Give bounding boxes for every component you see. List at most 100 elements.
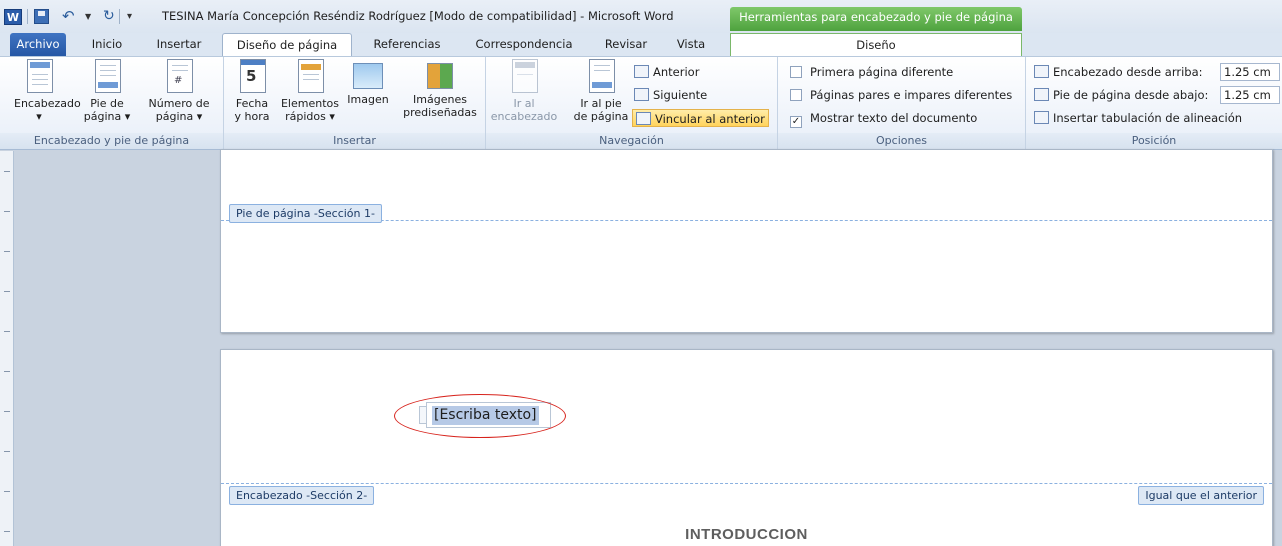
group-navegacion: Ir al encabezado Ir al pie de página Ant… (486, 57, 778, 149)
imagenes-label-line2: prediseñadas (403, 106, 477, 119)
link-to-previous-icon (636, 112, 651, 125)
anterior-button[interactable]: Anterior (634, 63, 699, 81)
ruler-tick (4, 211, 10, 212)
elementos-label-line2: rápidos ▾ (285, 110, 335, 123)
encabezado-desde-arriba-field[interactable]: 1.25 cm (1220, 63, 1280, 81)
group-label: Navegación (486, 133, 777, 149)
checkbox-box[interactable] (790, 66, 802, 78)
siguiente-button[interactable]: Siguiente (634, 86, 707, 104)
ir-pie-label-line1: Ir al pie (580, 97, 622, 110)
encabezado-dropdown-icon: ▾ (36, 110, 42, 123)
header-section-2-tag: Encabezado -Sección 2- (229, 486, 375, 505)
fecha-label-line2: y hora (234, 110, 270, 123)
insertar-tabulacion-button[interactable]: Insertar tabulación de alineación (1034, 109, 1242, 127)
group-label: Insertar (224, 133, 485, 149)
picture-icon (353, 63, 383, 89)
group-opciones: Primera página diferente Páginas pares e… (778, 57, 1026, 149)
footer-position-icon (1034, 88, 1049, 101)
group-insertar: 5 Fecha y hora Elementos rápidos ▾ Image… (224, 57, 486, 149)
go-to-footer-icon (589, 59, 615, 93)
group-encabezado-pie: Encabezado ▾ Pie de página ▾ # Número de… (0, 57, 224, 149)
save-icon[interactable] (34, 9, 49, 24)
undo-icon[interactable]: ↶ (62, 9, 75, 25)
footer-section-1-tag: Pie de página -Sección 1- (229, 204, 382, 223)
fecha-hora-button[interactable]: 5 Fecha y hora (232, 59, 272, 123)
ir-encabezado-label-line1: Ir al (513, 97, 535, 110)
title-bar: W ↶ ▼ ↻ ▾ TESINA María Concepción Resénd… (0, 0, 1282, 33)
pie-label-line1: Pie de (90, 97, 124, 110)
ir-encabezado-label-line2: encabezado (490, 110, 558, 123)
numero-label-line1: Número de (148, 97, 210, 110)
tab-diseno[interactable]: Diseño (730, 33, 1022, 56)
vincular-al-anterior-button[interactable]: Vincular al anterior (632, 109, 769, 127)
group-label: Posición (1026, 133, 1282, 149)
page-1[interactable]: Pie de página -Sección 1- (220, 149, 1273, 333)
ruler-tick (4, 331, 10, 332)
encabezado-desde-arriba-label: Encabezado desde arriba: (1034, 63, 1203, 81)
ruler-tick (4, 251, 10, 252)
group-posicion: Encabezado desde arriba: 1.25 cm Pie de … (1026, 57, 1282, 149)
document-heading[interactable]: INTRODUCCION (221, 526, 1272, 543)
mostrar-texto-documento-checkbox[interactable]: ✓ Mostrar texto del documento (790, 109, 978, 128)
customize-quick-access-icon[interactable]: ▾ (127, 9, 132, 25)
checkmark-icon[interactable]: ✓ (790, 116, 802, 128)
go-to-header-icon (512, 59, 538, 93)
pie-label-line2: página ▾ (83, 110, 131, 123)
document-area: Pie de página -Sección 1- [Escriba texto… (15, 149, 1282, 546)
checkbox-box[interactable] (790, 89, 802, 101)
fecha-label-line1: Fecha (235, 97, 269, 110)
word-app-icon[interactable]: W (4, 9, 22, 25)
previous-section-icon (634, 65, 649, 78)
page-2[interactable]: [Escriba texto] Encabezado -Sección 2- I… (220, 349, 1273, 546)
siguiente-label: Siguiente (653, 88, 708, 102)
quick-access-separator (119, 9, 120, 24)
ir-al-pie-button[interactable]: Ir al pie de página (572, 59, 630, 123)
encabezado-desde-text: Encabezado desde arriba: (1053, 65, 1203, 79)
ruler-tick (4, 411, 10, 412)
mostrar-label: Mostrar texto del documento (810, 111, 978, 125)
group-label: Encabezado y pie de página (0, 133, 223, 149)
tabulacion-label: Insertar tabulación de alineación (1053, 111, 1243, 125)
undo-dropdown-icon[interactable]: ▼ (85, 9, 91, 25)
ribbon-tab-row: Archivo Inicio Insertar Diseño de página… (0, 33, 1282, 56)
pares-label: Páginas pares e impares diferentes (810, 88, 1013, 102)
tab-diseno-de-pagina[interactable]: Diseño de página (222, 33, 352, 56)
paginas-pares-impares-checkbox[interactable]: Páginas pares e impares diferentes (790, 86, 1012, 104)
page-number-icon: # (167, 59, 193, 93)
next-section-icon (634, 88, 649, 101)
redo-icon[interactable]: ↻ (103, 9, 115, 25)
window-title: TESINA María Concepción Reséndiz Rodrígu… (162, 9, 674, 23)
primera-pagina-diferente-checkbox[interactable]: Primera página diferente (790, 63, 953, 81)
vertical-ruler[interactable] (0, 151, 14, 546)
tab-insertar[interactable]: Insertar (148, 33, 210, 56)
ruler-tick (4, 491, 10, 492)
header-position-icon (1034, 65, 1049, 78)
ruler-tick (4, 371, 10, 372)
clip-art-icon (427, 63, 453, 89)
tab-correspondencia[interactable]: Correspondencia (466, 33, 582, 56)
ruler-tick (4, 171, 10, 172)
numero-de-pagina-button[interactable]: # Número de página ▾ (142, 59, 216, 123)
tab-revisar[interactable]: Revisar (596, 33, 656, 56)
pie-desde-abajo-field[interactable]: 1.25 cm (1220, 86, 1280, 104)
imagenes-prediseñadas-button[interactable]: Imágenes prediseñadas (400, 59, 480, 119)
tab-vista[interactable]: Vista (668, 33, 714, 56)
quick-access-separator (27, 9, 28, 24)
imagen-label: Imagen (347, 93, 389, 106)
elementos-rapidos-button[interactable]: Elementos rápidos ▾ (278, 59, 342, 123)
elementos-label-line1: Elementos (280, 97, 339, 110)
tab-inicio[interactable]: Inicio (82, 33, 132, 56)
tab-archivo[interactable]: Archivo (10, 33, 66, 56)
ir-al-encabezado-button[interactable]: Ir al encabezado (490, 59, 558, 123)
footer-icon (95, 59, 121, 93)
vincular-label: Vincular al anterior (655, 112, 765, 126)
ruler-tick (4, 531, 10, 532)
tab-referencias[interactable]: Referencias (362, 33, 452, 56)
ribbon: Encabezado ▾ Pie de página ▾ # Número de… (0, 56, 1282, 150)
group-label: Opciones (778, 133, 1025, 149)
imagen-button[interactable]: Imagen (344, 59, 392, 106)
encabezado-button[interactable]: Encabezado ▾ (14, 59, 81, 123)
quick-parts-icon (298, 59, 324, 93)
pie-de-pagina-button[interactable]: Pie de página ▾ (77, 59, 137, 123)
ruler-tick (4, 291, 10, 292)
